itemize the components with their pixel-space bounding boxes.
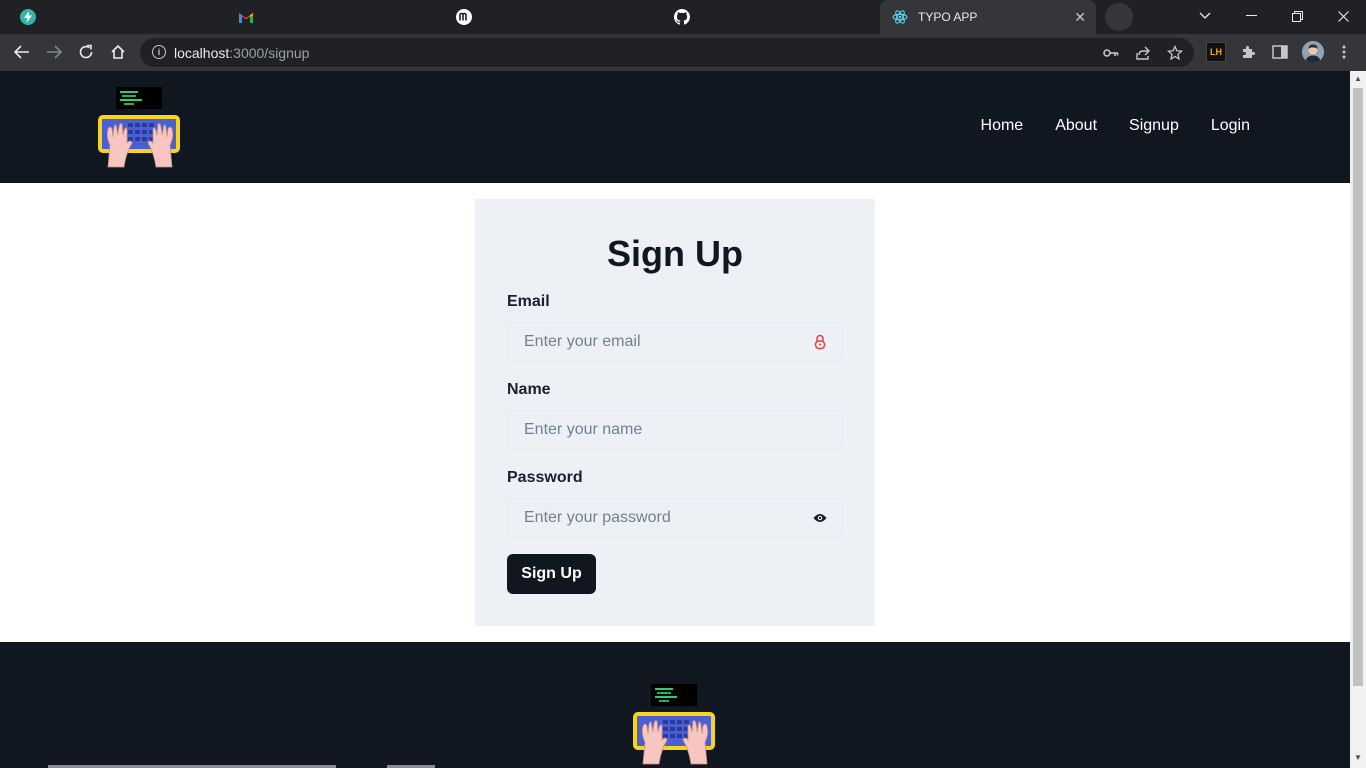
scroll-down-icon[interactable]: ▼ [1353,753,1363,763]
home-icon[interactable] [106,40,130,64]
bolt-icon [20,9,36,25]
email-label: Email [507,293,550,310]
nav-link-about[interactable]: About [1055,117,1097,135]
back-arrow-icon[interactable] [10,40,34,64]
browser-tab-1[interactable] [8,0,218,34]
puzzle-icon[interactable] [1238,42,1258,62]
url-text[interactable]: localhost:3000/signup [174,45,309,61]
browser-tab-2[interactable] [226,0,436,34]
new-tab-button[interactable] [1105,3,1133,31]
github-icon [674,9,690,25]
browser-tab-3[interactable] [444,0,654,34]
react-icon [892,9,908,25]
scroll-up-icon[interactable]: ▲ [1353,74,1363,84]
site-info-icon[interactable]: i [152,45,166,59]
side-panel-icon[interactable] [1270,42,1290,62]
typing-hands-logo[interactable] [98,85,182,169]
key-icon[interactable] [1102,44,1120,62]
page-scrollbar[interactable]: ▲ ▼ [1350,71,1366,768]
browser-tab-strip: TYPO APP ✕ [0,0,1366,34]
restore-icon[interactable] [1274,0,1320,32]
browser-tab-4[interactable] [662,0,872,34]
share-icon[interactable] [1134,44,1152,62]
profile-avatar[interactable] [1302,41,1324,63]
gmail-icon [238,9,254,25]
name-label: Name [507,381,551,398]
form-title: Sign Up [607,233,743,274]
signup-submit-button[interactable]: Sign Up [507,554,596,594]
email-input-wrapper [507,322,843,362]
close-icon[interactable] [1320,0,1366,32]
lock-icon[interactable] [812,334,828,350]
browser-tab-active[interactable]: TYPO APP ✕ [880,0,1096,34]
browser-toolbar: i localhost:3000/signup LH [0,34,1366,71]
nav-link-signup[interactable]: Signup [1129,117,1179,135]
minimize-icon[interactable] [1228,0,1274,32]
page-viewport: Home About Signup Login Sign Up Email Na… [0,71,1350,768]
star-icon[interactable] [1166,44,1184,62]
password-label: Password [507,469,583,486]
tab-title: TYPO APP [918,10,978,24]
footer-typing-hands-logo[interactable] [633,682,717,766]
url-path: :3000/signup [229,45,310,61]
name-input-wrapper [507,410,843,450]
scrollbar-thumb[interactable] [1353,88,1363,686]
name-field[interactable] [508,411,842,449]
m-logo-icon [456,9,472,25]
address-bar[interactable]: i localhost:3000/signup [140,38,1194,67]
reload-icon[interactable] [74,40,98,64]
nav-link-login[interactable]: Login [1211,117,1250,135]
site-footer [0,642,1350,768]
menu-kebab-icon[interactable] [1334,42,1354,62]
signup-form-card: Sign Up Email Name Password Sign Up [475,199,875,626]
forward-arrow-icon[interactable] [42,40,66,64]
site-header: Home About Signup Login [0,71,1350,183]
nav-link-home[interactable]: Home [981,117,1024,135]
password-input-wrapper [507,498,843,538]
password-field[interactable] [508,499,842,537]
lighthouse-extension-icon[interactable]: LH [1206,42,1226,62]
eye-icon[interactable] [812,510,828,526]
tab-close-icon[interactable]: ✕ [1074,9,1086,26]
email-field[interactable] [508,323,842,361]
url-host: localhost [174,45,230,61]
chevron-down-icon[interactable] [1182,0,1228,32]
main-nav: Home About Signup Login [981,117,1250,135]
